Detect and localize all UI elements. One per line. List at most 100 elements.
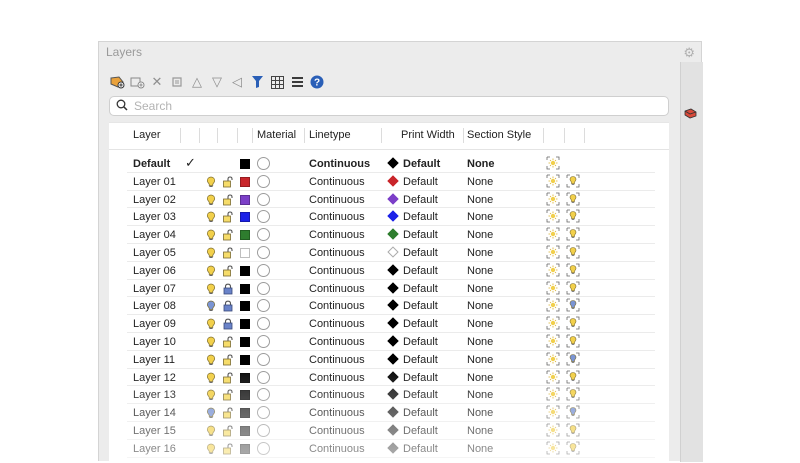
lock-open-icon[interactable] — [222, 407, 234, 422]
layer-color-swatch[interactable] — [240, 159, 250, 169]
layer-row[interactable]: Layer 03 Continuous Default None — [109, 208, 669, 227]
section-style-value[interactable]: None — [467, 158, 495, 170]
section-style-value[interactable]: None — [467, 354, 493, 366]
material-swatch[interactable] — [257, 246, 270, 259]
section-style-value[interactable]: None — [467, 229, 493, 241]
gear-icon[interactable]: ⚙ — [683, 46, 695, 59]
move-down-icon[interactable]: ▽ — [209, 74, 225, 90]
print-width-value[interactable]: Default — [403, 176, 438, 188]
light-visibility-icon[interactable] — [546, 263, 560, 277]
render-visibility-icon[interactable] — [566, 209, 580, 223]
section-style-value[interactable]: None — [467, 283, 493, 295]
layer-row[interactable]: Layer 07 Continuous Default None — [109, 280, 669, 298]
layer-name[interactable]: Layer 06 — [133, 265, 176, 277]
layer-row[interactable]: Layer 08 Continuous Default None — [109, 297, 669, 316]
lock-closed-icon[interactable] — [222, 283, 234, 298]
layer-color-swatch[interactable] — [240, 230, 250, 241]
section-style-value[interactable]: None — [467, 265, 493, 277]
layer-row[interactable]: Layer 04 Continuous Default None — [109, 226, 669, 244]
delete-layer-icon[interactable]: ✕ — [149, 74, 165, 90]
print-width-value[interactable]: Default — [403, 372, 438, 384]
linetype-value[interactable]: Continuous — [309, 194, 365, 206]
visibility-bulb-icon[interactable] — [206, 194, 216, 209]
help-icon[interactable]: ? — [309, 74, 325, 90]
visibility-bulb-icon[interactable] — [206, 443, 216, 458]
section-style-value[interactable]: None — [467, 300, 493, 312]
layer-name[interactable]: Layer 13 — [133, 389, 176, 401]
material-swatch[interactable] — [257, 299, 270, 313]
collapse-icon[interactable]: ◁ — [229, 74, 245, 90]
material-swatch[interactable] — [257, 352, 270, 366]
print-color-diamond[interactable] — [387, 175, 399, 187]
print-color-diamond[interactable] — [387, 210, 399, 223]
material-swatch[interactable] — [257, 370, 270, 384]
render-visibility-icon[interactable] — [566, 263, 580, 277]
print-width-value[interactable]: Default — [403, 283, 438, 295]
material-swatch[interactable] — [257, 210, 270, 224]
panel-titlebar[interactable]: Layers ⚙ — [99, 42, 701, 64]
layer-color-swatch[interactable] — [240, 354, 250, 365]
material-swatch[interactable] — [257, 317, 270, 331]
column-header-material[interactable]: Material — [257, 129, 296, 141]
material-swatch[interactable] — [257, 406, 270, 420]
table-view-icon[interactable] — [269, 74, 285, 90]
section-style-value[interactable]: None — [467, 247, 493, 259]
material-swatch[interactable] — [257, 174, 270, 188]
render-visibility-icon[interactable] — [566, 387, 580, 401]
render-visibility-icon[interactable] — [566, 316, 580, 330]
light-visibility-icon[interactable] — [546, 441, 560, 455]
linetype-value[interactable]: Continuous — [309, 211, 365, 223]
lock-open-icon[interactable] — [222, 443, 234, 458]
section-style-value[interactable]: None — [467, 425, 493, 437]
print-width-value[interactable]: Default — [403, 425, 438, 437]
layer-color-swatch[interactable] — [240, 408, 250, 419]
linetype-value[interactable]: Continuous — [309, 372, 365, 384]
layer-name[interactable]: Layer 08 — [133, 300, 176, 312]
linetype-value[interactable]: Continuous — [309, 425, 365, 437]
print-color-diamond[interactable] — [387, 442, 399, 454]
print-color-diamond[interactable] — [387, 388, 399, 401]
section-style-value[interactable]: None — [467, 336, 493, 348]
print-width-value[interactable]: Default — [403, 247, 438, 259]
print-color-diamond[interactable] — [387, 299, 399, 312]
layer-name[interactable]: Layer 07 — [133, 283, 176, 295]
visibility-bulb-icon[interactable] — [206, 176, 216, 191]
layer-name[interactable]: Layer 11 — [133, 354, 175, 366]
light-visibility-icon[interactable] — [546, 209, 560, 223]
render-visibility-icon[interactable] — [566, 441, 580, 455]
section-style-value[interactable]: None — [467, 443, 493, 455]
visibility-bulb-icon[interactable] — [206, 407, 216, 422]
visibility-bulb-icon[interactable] — [206, 300, 216, 315]
section-style-value[interactable]: None — [467, 211, 493, 223]
material-swatch[interactable] — [257, 263, 270, 277]
layer-name[interactable]: Layer 14 — [133, 407, 176, 419]
add-layer-icon[interactable] — [109, 74, 125, 90]
lock-open-icon[interactable] — [222, 336, 234, 351]
render-visibility-icon[interactable] — [566, 245, 580, 259]
lock-open-icon[interactable] — [222, 425, 234, 440]
lock-closed-icon[interactable] — [222, 318, 234, 333]
purge-icon[interactable] — [169, 74, 185, 90]
layer-name[interactable]: Layer 10 — [133, 336, 176, 348]
lock-open-icon[interactable] — [222, 176, 234, 191]
print-width-value[interactable]: Default — [403, 158, 440, 170]
layer-row[interactable]: Layer 05 Continuous Default None — [109, 244, 669, 262]
layer-color-swatch[interactable] — [240, 265, 250, 276]
layer-color-swatch[interactable] — [240, 176, 250, 187]
light-visibility-icon[interactable] — [546, 281, 560, 295]
layer-row[interactable]: Layer 01 Continuous Default None — [109, 173, 669, 191]
layer-name[interactable]: Layer 03 — [133, 211, 176, 223]
visibility-bulb-icon[interactable] — [206, 354, 216, 369]
layer-color-swatch[interactable] — [240, 390, 250, 401]
print-color-diamond[interactable] — [387, 192, 399, 205]
lock-open-icon[interactable] — [222, 211, 234, 226]
layer-row[interactable]: Layer 13 Continuous Default None — [109, 386, 669, 405]
lock-open-icon[interactable] — [222, 265, 234, 280]
visibility-bulb-icon[interactable] — [206, 283, 216, 298]
print-color-diamond[interactable] — [387, 424, 399, 436]
column-header-linetype[interactable]: Linetype — [309, 129, 351, 141]
lock-open-icon[interactable] — [222, 194, 234, 209]
print-width-value[interactable]: Default — [403, 229, 438, 241]
light-visibility-icon[interactable] — [546, 316, 560, 330]
print-width-value[interactable]: Default — [403, 265, 438, 277]
